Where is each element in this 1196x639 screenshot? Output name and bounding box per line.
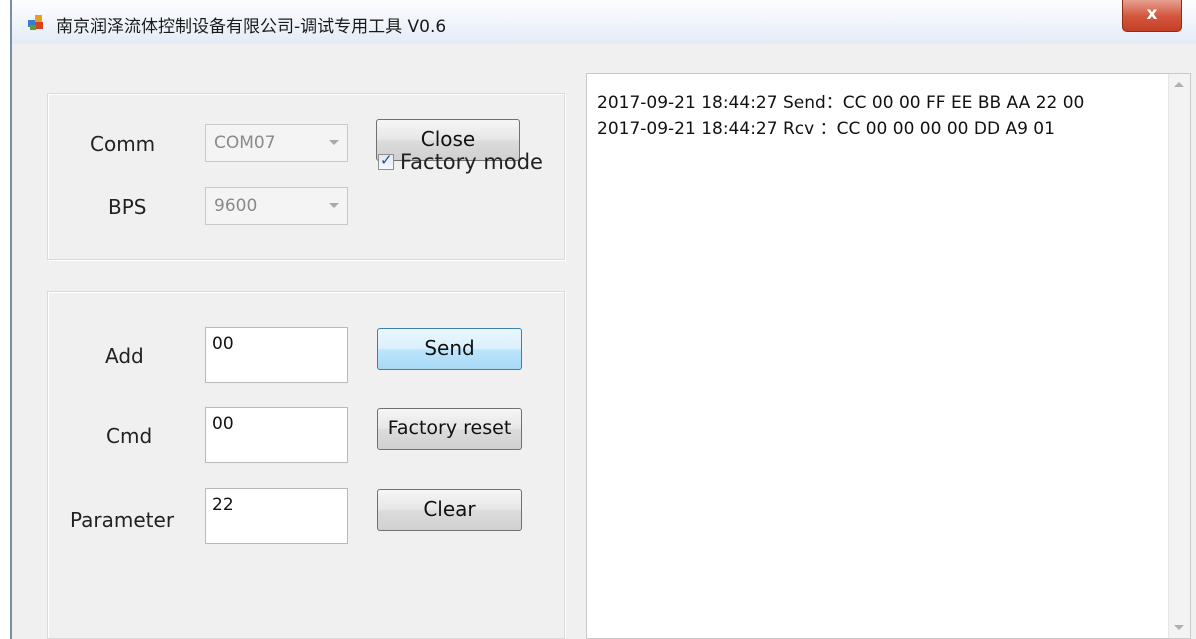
scroll-up-icon[interactable] bbox=[1174, 82, 1184, 87]
comm-port-value: COM07 bbox=[214, 133, 276, 153]
cmd-input[interactable]: 00 bbox=[205, 407, 348, 463]
title-bar[interactable]: 南京润泽流体控制设备有限公司-调试专用工具 V0.6 x bbox=[12, 0, 1196, 44]
client-area: Comm COM07 Close BPS 9600 ✓ Factory mode… bbox=[12, 44, 1196, 639]
log-line: 2017-09-21 18:44:27 Send：CC 00 00 FF EE … bbox=[597, 93, 1085, 113]
bps-select[interactable]: 9600 bbox=[205, 187, 348, 225]
window-title: 南京润泽流体控制设备有限公司-调试专用工具 V0.6 bbox=[56, 17, 447, 37]
factory-mode-checkbox[interactable]: ✓ bbox=[378, 151, 394, 170]
chevron-down-icon bbox=[329, 140, 339, 145]
add-input[interactable]: 00 bbox=[205, 327, 348, 383]
app-window: 南京润泽流体控制设备有限公司-调试专用工具 V0.6 x Comm COM07 … bbox=[10, 0, 1196, 639]
send-button[interactable]: Send bbox=[377, 328, 522, 370]
factory-mode-label: Factory mode bbox=[400, 150, 543, 174]
comm-port-select[interactable]: COM07 bbox=[205, 124, 348, 162]
factory-reset-button[interactable]: Factory reset bbox=[377, 408, 522, 450]
parameter-input[interactable]: 22 bbox=[205, 488, 348, 544]
comm-label: Comm bbox=[90, 132, 156, 156]
window-close-button[interactable]: x bbox=[1122, 0, 1182, 32]
log-scrollbar[interactable] bbox=[1168, 74, 1190, 638]
checkmark-icon: ✓ bbox=[380, 151, 393, 169]
chevron-down-icon bbox=[329, 203, 339, 208]
log-line: 2017-09-21 18:44:27 Rcv ：CC 00 00 00 00 … bbox=[597, 119, 1055, 139]
clear-button[interactable]: Clear bbox=[377, 489, 522, 531]
cmd-label: Cmd bbox=[106, 424, 153, 448]
app-icon bbox=[28, 15, 43, 30]
bps-label: BPS bbox=[108, 195, 147, 219]
add-label: Add bbox=[105, 344, 144, 368]
scroll-down-icon[interactable] bbox=[1174, 625, 1184, 630]
close-icon: x bbox=[1146, 4, 1158, 24]
log-output[interactable]: 2017-09-21 18:44:27 Send：CC 00 00 FF EE … bbox=[586, 73, 1191, 639]
parameter-label: Parameter bbox=[70, 508, 175, 532]
bps-value: 9600 bbox=[214, 196, 258, 216]
